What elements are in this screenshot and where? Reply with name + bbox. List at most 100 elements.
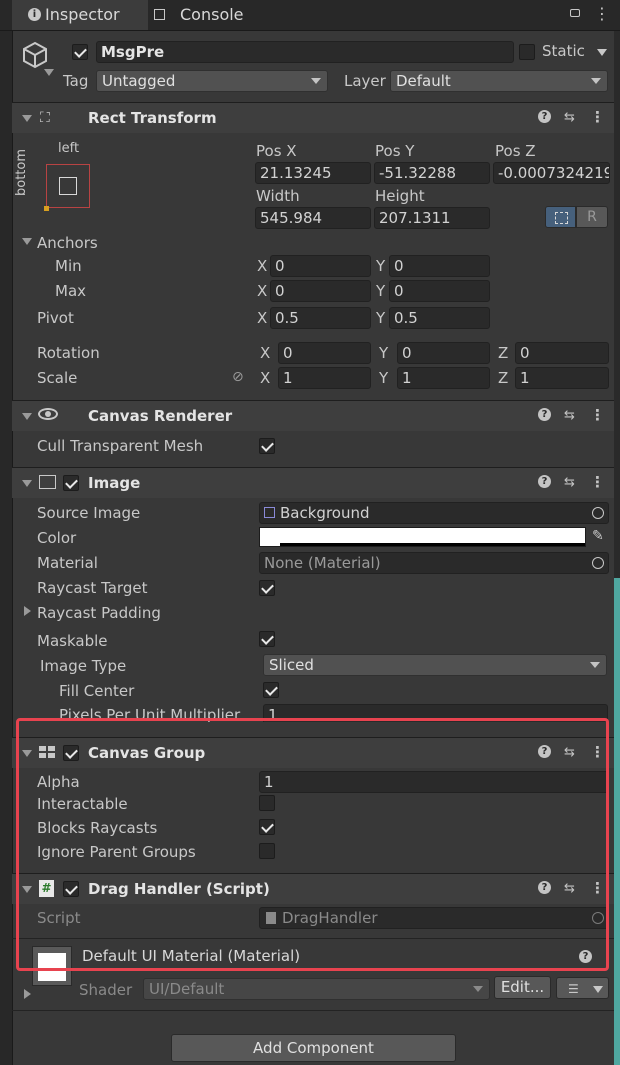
alpha-field[interactable]: 1 (259, 771, 609, 793)
component-menu-icon[interactable]: ⋮ (590, 406, 605, 424)
posz-field[interactable]: -0.0007324219 (493, 162, 610, 184)
component-menu-icon[interactable]: ⋮ (590, 743, 605, 761)
height-field[interactable]: 207.1311 (374, 207, 490, 229)
component-menu-icon[interactable]: ⋮ (590, 473, 605, 491)
raw-edit-button[interactable]: R (576, 206, 608, 228)
max-x-field[interactable]: 0 (270, 280, 371, 302)
color-swatch[interactable] (259, 527, 586, 547)
ppu-field[interactable]: 1 (263, 704, 608, 722)
drag-handler-header[interactable]: # Drag Handler (Script) ? ⇆ ⋮ (12, 873, 614, 904)
scale-y-field[interactable]: 1 (397, 367, 490, 389)
width-label: Width (256, 187, 300, 205)
image-header[interactable]: Image ? ⇆ ⋮ (12, 467, 614, 498)
raycast-padding-label[interactable]: Raycast Padding (37, 604, 161, 622)
help-icon[interactable]: ? (538, 408, 551, 421)
min-x-field[interactable]: 0 (270, 255, 371, 277)
eyedropper-icon[interactable]: ✎ (592, 528, 604, 544)
layer-dropdown[interactable]: Default (390, 70, 608, 92)
help-icon[interactable]: ? (538, 475, 551, 488)
min-y-field[interactable]: 0 (389, 255, 490, 277)
rot-z-field[interactable]: 0 (515, 342, 609, 364)
shader-dropdown[interactable]: UI/Default (143, 978, 490, 1000)
scale-z-field[interactable]: 1 (515, 367, 609, 389)
constrain-proportions-icon[interactable]: ⊘ (232, 369, 244, 385)
object-picker-icon[interactable] (592, 507, 604, 519)
raycast-padding-foldout-icon[interactable] (24, 606, 31, 616)
image-enabled-checkbox[interactable] (63, 475, 79, 491)
shader-foldout-icon[interactable] (24, 989, 31, 999)
component-title: Drag Handler (Script) (88, 880, 270, 898)
posy-field[interactable]: -51.32288 (374, 162, 490, 184)
fill-center-checkbox[interactable] (263, 682, 279, 698)
max-y-field[interactable]: 0 (389, 280, 490, 302)
width-field[interactable]: 545.984 (255, 207, 371, 229)
lock-icon[interactable] (570, 9, 580, 17)
static-checkbox[interactable] (519, 44, 535, 60)
blocks-raycasts-checkbox[interactable] (259, 819, 275, 835)
anchors-foldout-icon[interactable] (22, 238, 32, 245)
presets-icon[interactable]: ⇆ (564, 745, 575, 760)
presets-icon[interactable]: ⇆ (564, 475, 575, 490)
collapse-icon[interactable] (22, 413, 32, 420)
source-image-field[interactable]: Background (259, 502, 609, 524)
maskable-checkbox[interactable] (259, 631, 275, 647)
shader-edit-button[interactable]: Edit... (494, 976, 551, 999)
interactable-checkbox[interactable] (259, 795, 275, 811)
scrollbar-thumb[interactable] (614, 578, 620, 1065)
gameobject-icon[interactable] (20, 40, 50, 70)
tab-inspector[interactable]: i Inspector (12, 0, 148, 30)
collapse-icon[interactable] (22, 115, 32, 122)
drag-handler-enabled-checkbox[interactable] (63, 881, 79, 897)
presets-icon[interactable]: ⇆ (564, 408, 575, 423)
canvas-group-enabled-checkbox[interactable] (63, 745, 79, 761)
pivot-y-field[interactable]: 0.5 (389, 307, 490, 329)
collapse-icon[interactable] (22, 886, 32, 893)
rot-x-field[interactable]: 0 (278, 342, 371, 364)
add-component-button[interactable]: Add Component (171, 1034, 456, 1062)
anchors-label: Anchors (37, 234, 98, 252)
rect-transform-header[interactable]: ⛶ Rect Transform ? ⇆ ⋮ (12, 102, 614, 133)
min-label: Min (55, 257, 82, 275)
static-dropdown-icon[interactable] (597, 49, 607, 56)
min-y-label: Y (376, 257, 386, 275)
raycast-target-checkbox[interactable] (259, 580, 275, 596)
object-picker-icon[interactable] (592, 557, 604, 569)
presets-icon[interactable]: ⇆ (564, 881, 575, 896)
tab-console[interactable]: Console (150, 0, 270, 30)
shader-options-button[interactable]: ☰ (556, 977, 609, 999)
image-type-dropdown[interactable]: Sliced (263, 654, 607, 676)
collapse-icon[interactable] (22, 750, 32, 757)
component-menu-icon[interactable]: ⋮ (590, 108, 605, 126)
rot-y-field[interactable]: 0 (397, 342, 490, 364)
component-menu-icon[interactable]: ⋮ (590, 879, 605, 897)
script-field[interactable]: DragHandler (259, 907, 609, 929)
cull-transparent-checkbox[interactable] (259, 438, 275, 454)
material-field[interactable]: None (Material) (259, 552, 609, 574)
icon-dropdown-icon[interactable] (44, 69, 54, 76)
help-icon[interactable]: ? (538, 745, 551, 758)
active-checkbox[interactable] (72, 44, 88, 60)
object-name-field[interactable]: MsgPre (96, 41, 514, 63)
material-menu-icon[interactable]: ⋮ (600, 946, 615, 964)
collapse-icon[interactable] (22, 480, 32, 487)
ignore-parent-groups-label: Ignore Parent Groups (37, 843, 196, 861)
canvas-group-header[interactable]: Canvas Group ? ⇆ ⋮ (12, 737, 614, 768)
scale-z-label: Z (498, 369, 509, 387)
pivot-x-field[interactable]: 0.5 (270, 307, 371, 329)
script-value: DragHandler (282, 909, 378, 927)
material-title: Default UI Material (Material) (82, 947, 301, 965)
help-icon[interactable]: ? (579, 950, 592, 963)
scale-x-field[interactable]: 1 (278, 367, 371, 389)
tab-console-label: Console (180, 5, 244, 24)
help-icon[interactable]: ? (538, 881, 551, 894)
anchor-presets-button[interactable] (44, 164, 90, 211)
posx-field[interactable]: 21.13245 (255, 162, 371, 184)
help-icon[interactable]: ? (538, 110, 551, 123)
script-label: Script (37, 909, 81, 927)
kebab-menu-icon[interactable]: ⋮ (594, 4, 610, 23)
blueprint-mode-button[interactable] (545, 206, 576, 228)
canvas-renderer-header[interactable]: Canvas Renderer ? ⇆ ⋮ (12, 400, 614, 431)
presets-icon[interactable]: ⇆ (564, 110, 575, 125)
ignore-parent-groups-checkbox[interactable] (259, 843, 275, 859)
tag-dropdown[interactable]: Untagged (96, 70, 328, 92)
